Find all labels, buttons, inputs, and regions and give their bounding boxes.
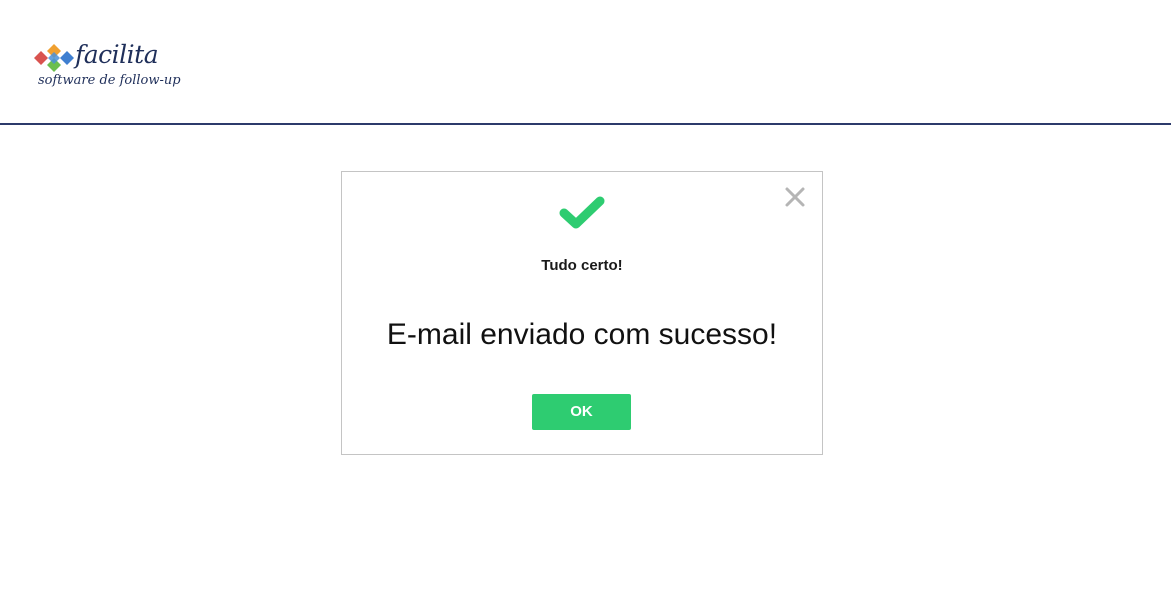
facilita-logo[interactable]: facilita software de follow-up	[34, 40, 184, 96]
dialog-title: Tudo certo!	[541, 257, 623, 274]
close-button[interactable]	[784, 186, 806, 208]
success-dialog: Tudo certo! E-mail enviado com sucesso! …	[341, 171, 823, 455]
logo-wordmark: facilita	[75, 40, 159, 69]
app-header: facilita software de follow-up	[0, 0, 1171, 125]
dialog-message: E-mail enviado com sucesso!	[386, 318, 778, 351]
close-icon	[785, 187, 805, 207]
check-icon	[559, 196, 605, 229]
logo-tagline: software de follow-up	[38, 73, 181, 88]
diamond-cluster-logo-icon	[34, 44, 74, 72]
ok-button[interactable]: OK	[532, 394, 631, 430]
